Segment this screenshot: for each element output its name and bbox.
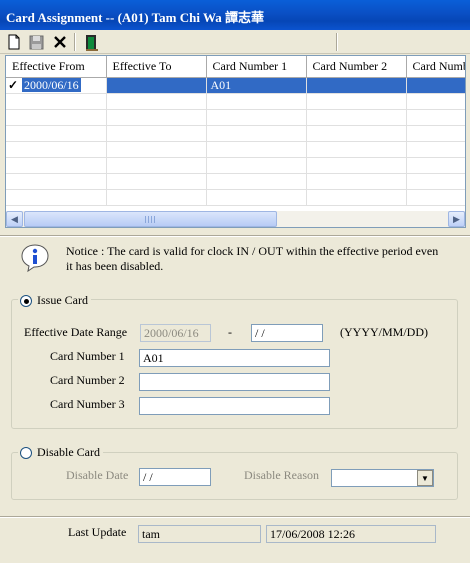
issue-card-option[interactable]: Issue Card — [18, 293, 91, 308]
card-number-1-label: Card Number 1 — [50, 349, 125, 363]
card-number-2-input[interactable] — [139, 373, 330, 391]
empty-row — [6, 157, 465, 174]
card-number-3-input[interactable] — [139, 397, 330, 415]
table-row[interactable]: ✓ 2000/06/16 A01 — [6, 77, 465, 94]
toolbar — [0, 30, 470, 54]
info-icon — [20, 243, 50, 273]
column-header-effective-from[interactable]: Effective From — [6, 56, 107, 78]
cell-card-number-3[interactable] — [406, 77, 465, 94]
disable-date-field[interactable]: / / — [139, 468, 211, 486]
window-title: Card Assignment -- (A01) Tam Chi Wa 譚志華 — [0, 0, 470, 30]
column-header-effective-to[interactable]: Effective To — [106, 56, 207, 78]
disable-reason-label: Disable Reason — [244, 468, 319, 482]
toolbar-separator — [74, 33, 76, 51]
card-number-1-input[interactable]: A01 — [139, 349, 330, 367]
cell-card-number-1[interactable]: A01 — [206, 77, 307, 94]
last-update-user-field: tam — [138, 525, 261, 543]
save-icon[interactable] — [26, 32, 46, 52]
cell-effective-from[interactable]: ✓ 2000/06/16 — [6, 77, 107, 94]
chevron-down-icon[interactable]: ▼ — [417, 470, 433, 486]
disable-card-radio[interactable] — [20, 446, 32, 459]
last-update-label: Last Update — [68, 525, 127, 539]
scroll-right-icon[interactable]: ▶ — [448, 211, 465, 227]
scrollbar-thumb[interactable] — [24, 211, 277, 227]
empty-row — [6, 109, 465, 126]
exit-door-icon[interactable] — [81, 32, 101, 52]
empty-row — [6, 189, 465, 206]
effective-date-range-label: Effective Date Range — [24, 325, 128, 339]
disable-card-label: Disable Card — [37, 445, 100, 459]
disable-card-option[interactable]: Disable Card — [18, 445, 103, 460]
date-range-dash: - — [228, 325, 232, 339]
horizontal-scrollbar[interactable]: ◀ ▶ — [6, 211, 465, 227]
card-number-2-label: Card Number 2 — [50, 373, 125, 387]
cell-card-number-2[interactable] — [306, 77, 407, 94]
empty-row — [6, 173, 465, 190]
date-format-hint: (YYYY/MM/DD) — [340, 325, 428, 339]
disable-date-label: Disable Date — [66, 468, 129, 482]
cell-effective-to[interactable] — [106, 77, 207, 94]
card-assignment-grid[interactable]: Effective From Effective To Card Number … — [5, 55, 466, 228]
delete-icon[interactable] — [50, 32, 70, 52]
last-update-timestamp-field: 17/06/2008 12:26 — [266, 525, 436, 543]
column-header-card-number-1[interactable]: Card Number 1 — [206, 56, 307, 78]
empty-row — [6, 93, 465, 110]
toolbar-separator — [336, 33, 338, 51]
column-header-card-number-3[interactable]: Card Numb — [406, 56, 465, 78]
scroll-left-icon[interactable]: ◀ — [6, 211, 23, 227]
effective-date-from-field[interactable]: 2000/06/16 — [140, 324, 211, 342]
checkmark-icon: ✓ — [8, 77, 19, 92]
issue-card-label: Issue Card — [37, 293, 88, 307]
card-number-3-label: Card Number 3 — [50, 397, 125, 411]
new-document-icon[interactable] — [4, 32, 24, 52]
empty-row — [6, 125, 465, 142]
empty-row — [6, 141, 465, 158]
divider — [0, 235, 470, 237]
issue-card-radio[interactable] — [20, 294, 32, 307]
divider — [0, 516, 470, 518]
effective-date-to-field[interactable]: / / — [251, 324, 323, 342]
column-header-card-number-2[interactable]: Card Number 2 — [306, 56, 407, 78]
notice-text: Notice : The card is valid for clock IN … — [66, 244, 439, 273]
